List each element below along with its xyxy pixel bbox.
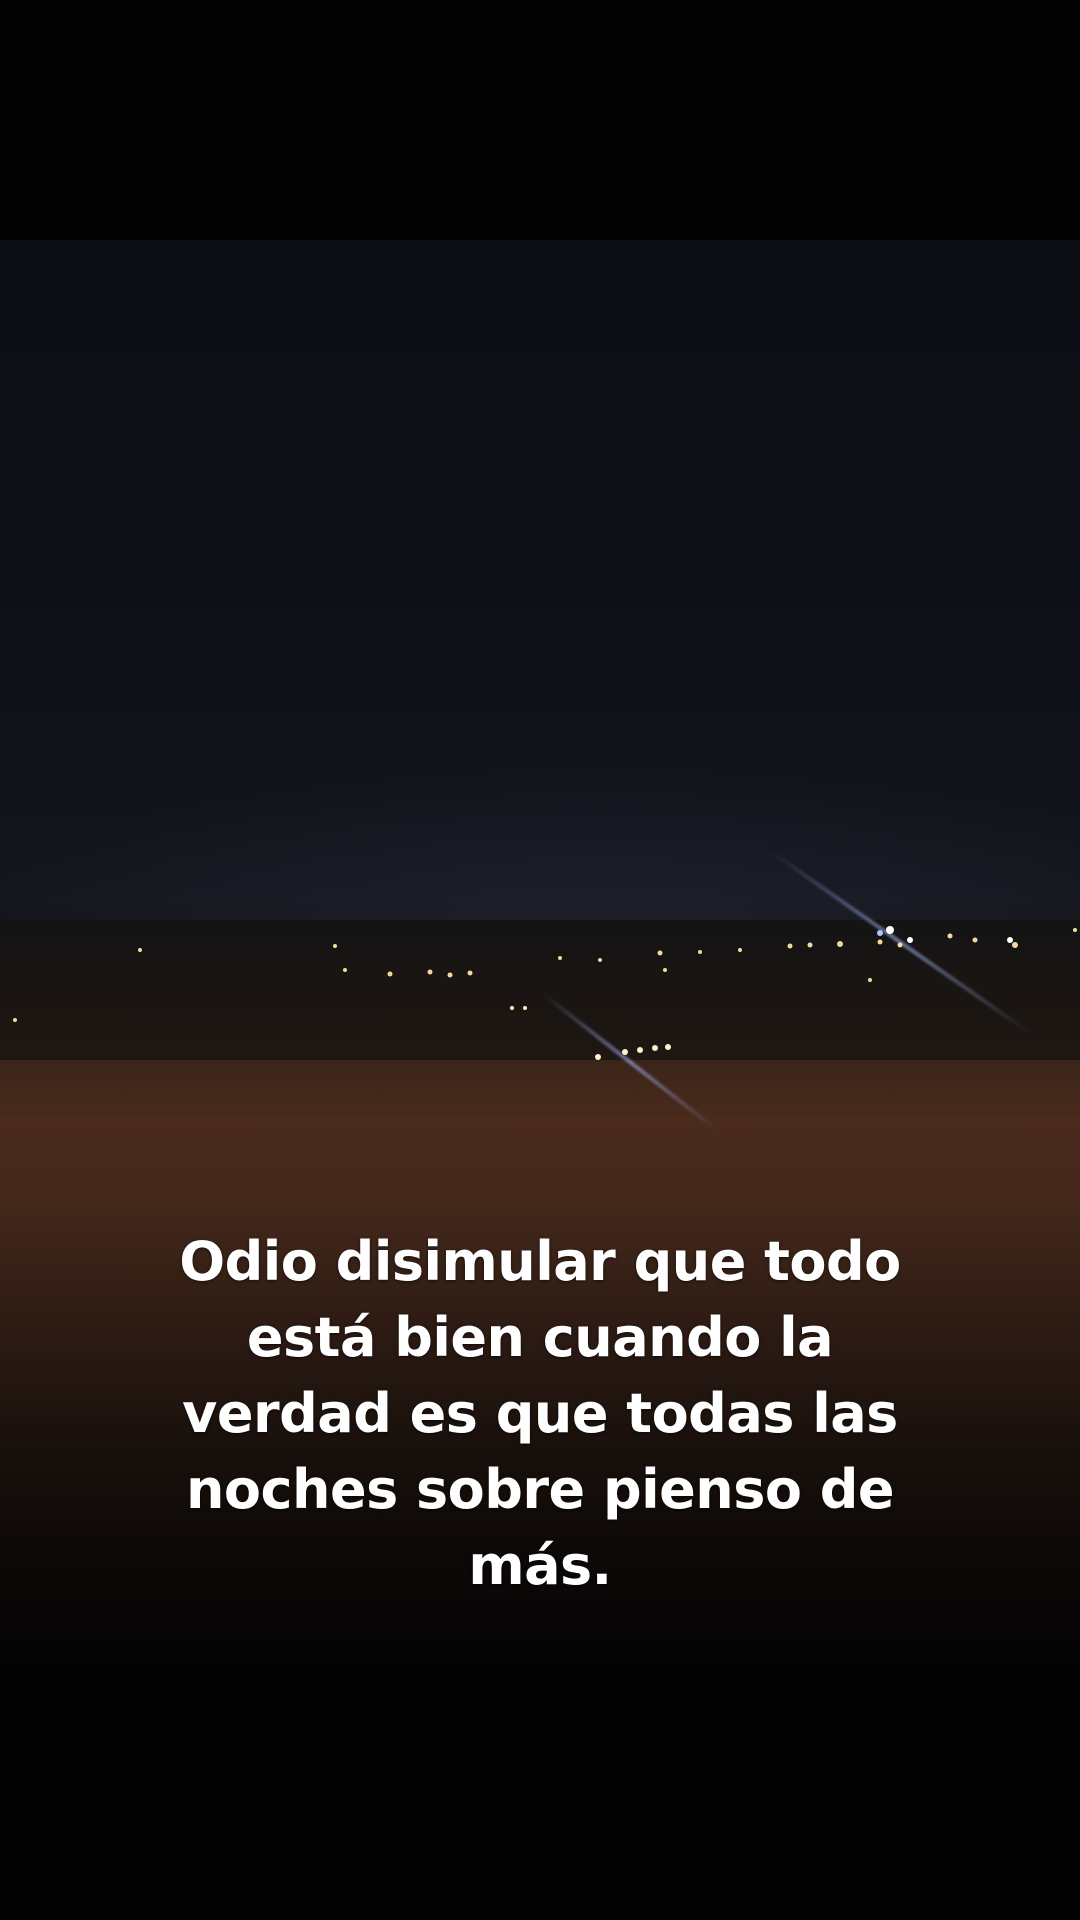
- caption-text: Odio disimular que todo está bien cuando…: [179, 1230, 901, 1597]
- video-frame: Odio disimular que todo está bien cuando…: [0, 0, 1080, 1920]
